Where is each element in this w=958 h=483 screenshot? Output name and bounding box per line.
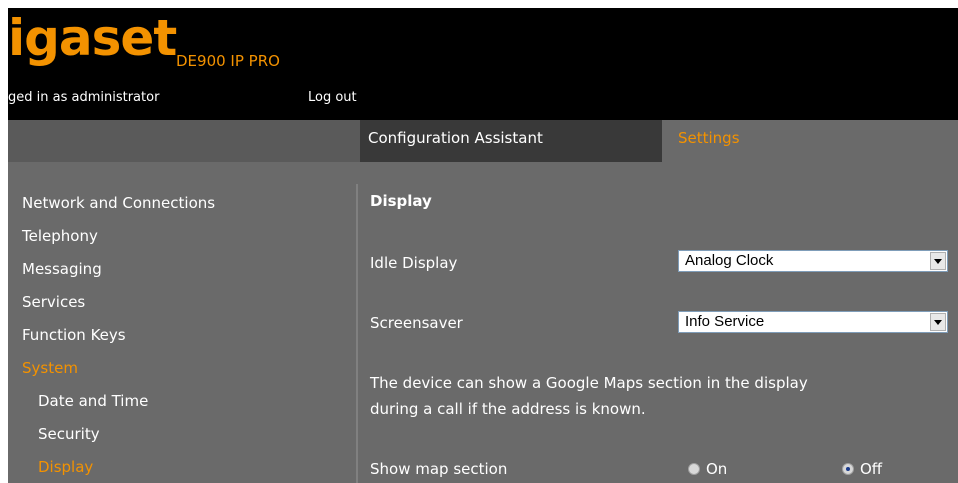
map-section-off-radio[interactable]: Off	[842, 460, 882, 478]
sidebar-item-date-and-time[interactable]: Date and Time	[38, 392, 148, 410]
tab-settings[interactable]: Settings	[662, 120, 958, 162]
gigaset-logo: igaset	[8, 9, 177, 67]
tab-configuration-assistant[interactable]: Configuration Assistant	[360, 120, 662, 162]
sidebar-item-security[interactable]: Security	[38, 425, 100, 443]
screensaver-value: Info Service	[685, 313, 765, 330]
content-area: Network and Connections Telephony Messag…	[8, 162, 958, 483]
idle-display-value: Analog Clock	[685, 252, 774, 269]
sidebar-item-system[interactable]: System	[22, 359, 78, 377]
sidebar-item-telephony[interactable]: Telephony	[22, 227, 98, 245]
tab-bar: Configuration Assistant Settings	[8, 120, 958, 162]
header: igaset DE900 IP PRO ged in as administra…	[8, 8, 958, 120]
chevron-down-icon[interactable]	[930, 252, 946, 270]
chevron-down-icon[interactable]	[930, 313, 946, 331]
sidebar-item-network-and-connections[interactable]: Network and Connections	[22, 194, 215, 212]
show-map-section-label: Show map section	[370, 460, 508, 478]
screensaver-label: Screensaver	[370, 314, 463, 332]
idle-display-label: Idle Display	[370, 254, 458, 272]
idle-display-select[interactable]: Analog Clock	[678, 250, 948, 272]
screensaver-select[interactable]: Info Service	[678, 311, 948, 333]
off-label: Off	[860, 460, 883, 478]
map-info-text: The device can show a Google Maps sectio…	[370, 374, 808, 418]
login-status: ged in as administrator	[8, 90, 160, 105]
radio-checked-icon[interactable]	[842, 463, 854, 475]
sidebar-item-services[interactable]: Services	[22, 293, 85, 311]
radio-unchecked-icon[interactable]	[688, 463, 700, 475]
sidebar-item-display[interactable]: Display	[38, 458, 93, 476]
sidebar-item-messaging[interactable]: Messaging	[22, 260, 102, 278]
on-label: On	[706, 460, 728, 478]
page-title: Display	[370, 192, 432, 210]
device-model: DE900 IP PRO	[176, 52, 280, 70]
map-section-on-radio[interactable]: On	[688, 460, 727, 478]
logout-link[interactable]: Log out	[308, 90, 357, 105]
sidebar: Network and Connections Telephony Messag…	[8, 162, 356, 483]
main-panel: Display Idle Display Analog Clock Screen…	[358, 162, 958, 483]
sidebar-item-function-keys[interactable]: Function Keys	[22, 326, 126, 344]
